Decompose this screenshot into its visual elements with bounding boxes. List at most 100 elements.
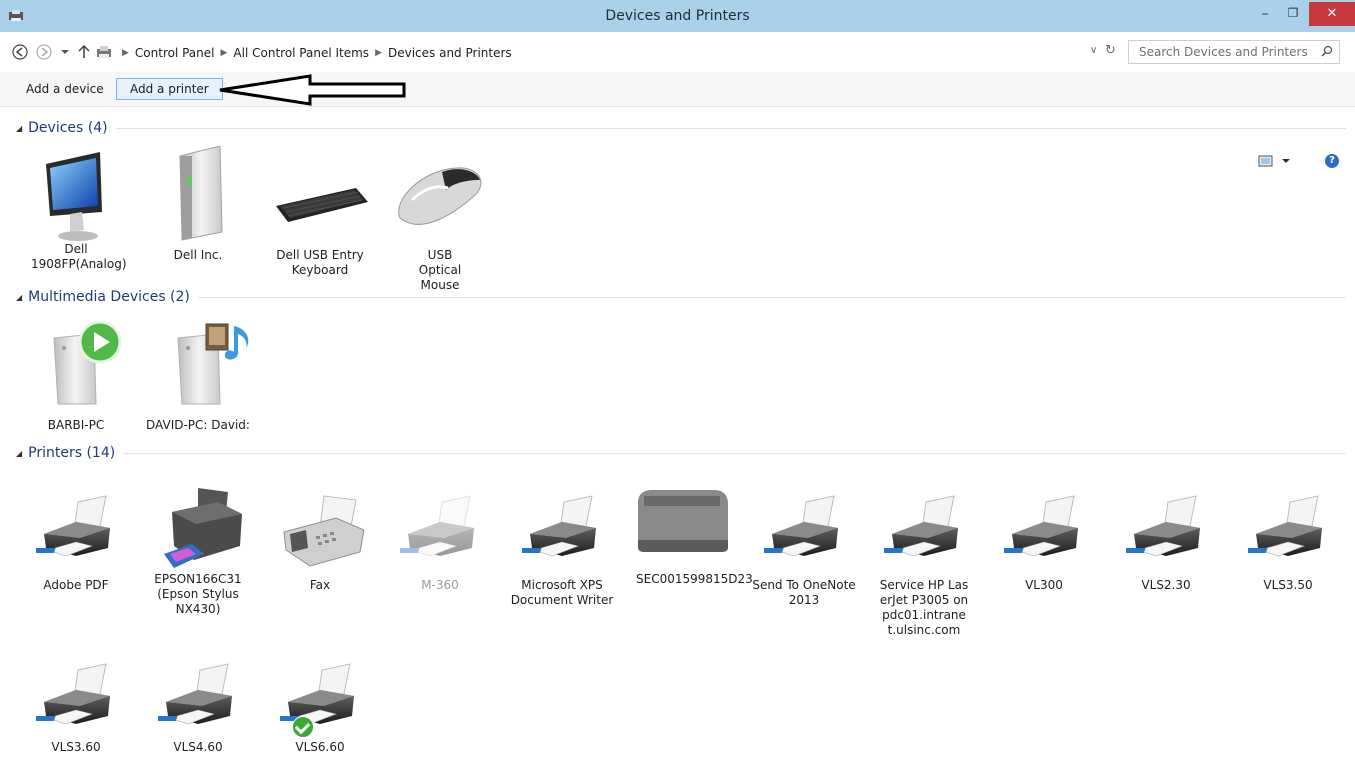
command-bar: Add a device Add a printer ? (0, 72, 1355, 168)
media-server-music-icon (158, 318, 249, 405)
printer-item[interactable]: EPSON166C31 (Epson Stylus NX430) (142, 484, 254, 617)
printer-item[interactable]: Fax (264, 492, 376, 593)
back-icon[interactable] (12, 44, 28, 60)
search-icon[interactable] (1321, 45, 1333, 57)
search-input[interactable]: Search Devices and Printers (1128, 40, 1340, 64)
printer-label: Service HP LaserJet P3005 on pdc01.intra… (879, 578, 969, 637)
printer-icon (517, 492, 602, 572)
media-server-play-icon (36, 318, 122, 405)
computer-tower-icon (158, 145, 238, 241)
device-item[interactable]: Dell Inc. (142, 145, 254, 263)
collapse-triangle-icon[interactable]: ◢ (16, 124, 22, 133)
printer-label: VLS6.60 (295, 740, 345, 754)
device-label: Dell USB Entry Keyboard (276, 248, 364, 277)
laser-printer-icon (632, 486, 732, 572)
divider (115, 127, 1346, 129)
breadcrumb-item-control-panel[interactable]: Control Panel (131, 46, 219, 60)
printer-item[interactable]: Microsoft XPS Document Writer (506, 492, 618, 608)
help-icon[interactable]: ? (1325, 154, 1339, 168)
change-view-icon[interactable] (1257, 152, 1291, 170)
address-bar: ▶ Control Panel ▶ All Control Panel Item… (0, 32, 1355, 73)
printer-item[interactable]: VLS3.50 (1232, 492, 1344, 593)
breadcrumb-chevron-icon[interactable]: ▶ (120, 48, 131, 58)
window-title: Devices and Printers (605, 8, 750, 24)
multimedia-device-item[interactable]: BARBI-PC (20, 318, 132, 433)
printer-icon (879, 492, 964, 572)
search-placeholder: Search Devices and Printers (1139, 45, 1308, 59)
group-header-printers[interactable]: ◢ Printers (14) (16, 444, 1346, 462)
printer-item[interactable]: VLS4.60 (142, 660, 254, 755)
printer-item[interactable]: M-360 (384, 492, 496, 593)
printer-item[interactable]: VLS3.60 (20, 660, 132, 755)
device-label: USB Optical Mouse (418, 248, 462, 292)
printer-item[interactable]: VLS6.60 (264, 660, 376, 755)
device-item[interactable]: Dell USB Entry Keyboard (264, 168, 376, 278)
printer-label: VLS4.60 (173, 740, 223, 754)
breadcrumb-chevron-icon[interactable]: ▶ (373, 48, 384, 58)
fax-icon (280, 492, 365, 572)
collapse-triangle-icon[interactable]: ◢ (16, 449, 22, 458)
forward-icon[interactable] (36, 44, 52, 60)
printer-label: VLS2.30 (1141, 578, 1191, 592)
up-arrow-icon[interactable] (78, 44, 90, 60)
restore-button[interactable]: ❐ (1283, 6, 1303, 26)
breadcrumb-item-all-items[interactable]: All Control Panel Items (229, 46, 373, 60)
device-label: BARBI-PC (47, 418, 105, 432)
add-printer-button[interactable]: Add a printer (116, 78, 223, 100)
recent-locations-chevron-down-icon[interactable] (60, 44, 70, 60)
printer-icon (1243, 492, 1328, 572)
default-checkmark-icon (292, 716, 314, 738)
add-device-button[interactable]: Add a device (14, 78, 116, 100)
group-header-devices[interactable]: ◢ Devices (4) (16, 119, 1346, 137)
printer-icon (759, 492, 844, 572)
printer-icon (153, 660, 238, 740)
printer-icon (999, 492, 1084, 572)
printer-label: VLS3.60 (51, 740, 101, 754)
device-item[interactable]: USB Optical Mouse (384, 160, 496, 293)
printer-label: Fax (309, 578, 331, 592)
collapse-triangle-icon[interactable]: ◢ (16, 293, 22, 302)
printer-label: VLS3.50 (1263, 578, 1313, 592)
device-item[interactable]: Dell 1908FP(Analog) (20, 150, 132, 272)
address-dropdown-chevron-icon[interactable]: ∨ (1090, 45, 1097, 56)
printer-label: Adobe PDF (43, 578, 109, 592)
printer-icon (31, 492, 116, 572)
divider (197, 296, 1346, 298)
monitor-icon (36, 150, 116, 241)
printer-item[interactable]: VLS2.30 (1110, 492, 1222, 593)
printer-icon (1121, 492, 1206, 572)
group-header-multimedia[interactable]: ◢ Multimedia Devices (2) (16, 288, 1346, 306)
divider (123, 452, 1346, 454)
printer-icon (31, 660, 116, 740)
mouse-icon (392, 160, 488, 234)
printer-item[interactable]: Service HP LaserJet P3005 on pdc01.intra… (868, 492, 980, 638)
keyboard-icon (270, 168, 370, 232)
close-button[interactable]: ✕ (1309, 2, 1355, 26)
printer-label: Microsoft XPS Document Writer (510, 578, 614, 607)
annotation-arrow-icon (219, 74, 406, 106)
printer-item[interactable]: Send To OneNote 2013 (748, 492, 860, 608)
printer-faded-icon (395, 492, 480, 572)
device-label: DAVID-PC: David: (146, 418, 250, 432)
group-title: Devices (4) (28, 120, 108, 136)
group-title: Multimedia Devices (2) (28, 289, 190, 305)
printer-item[interactable]: Adobe PDF (20, 492, 132, 593)
printer-label: EPSON166C31 (Epson Stylus NX430) (154, 572, 242, 616)
printer-label: SEC001599815D23 (636, 572, 753, 586)
title-bar: Devices and Printers – ❐ ✕ (0, 0, 1355, 32)
inkjet-printer-icon (158, 484, 242, 572)
breadcrumb: ▶ Control Panel ▶ All Control Panel Item… (120, 42, 516, 64)
refresh-icon[interactable]: ↻ (1105, 43, 1116, 58)
multimedia-device-item[interactable]: DAVID-PC: David: (142, 318, 254, 433)
printer-item[interactable]: SEC001599815D23 (626, 486, 753, 587)
device-label: Dell Inc. (173, 248, 223, 262)
device-label: Dell 1908FP(Analog) (31, 242, 127, 271)
printer-label: VL300 (1025, 578, 1063, 592)
breadcrumb-chevron-icon[interactable]: ▶ (219, 48, 230, 58)
minimize-button[interactable]: – (1255, 6, 1275, 26)
printer-item[interactable]: VL300 (988, 492, 1100, 593)
printer-label: M-360 (421, 578, 459, 592)
breadcrumb-item-devices-printers[interactable]: Devices and Printers (384, 46, 516, 60)
group-title: Printers (14) (28, 445, 116, 461)
control-panel-location-icon (97, 46, 111, 58)
